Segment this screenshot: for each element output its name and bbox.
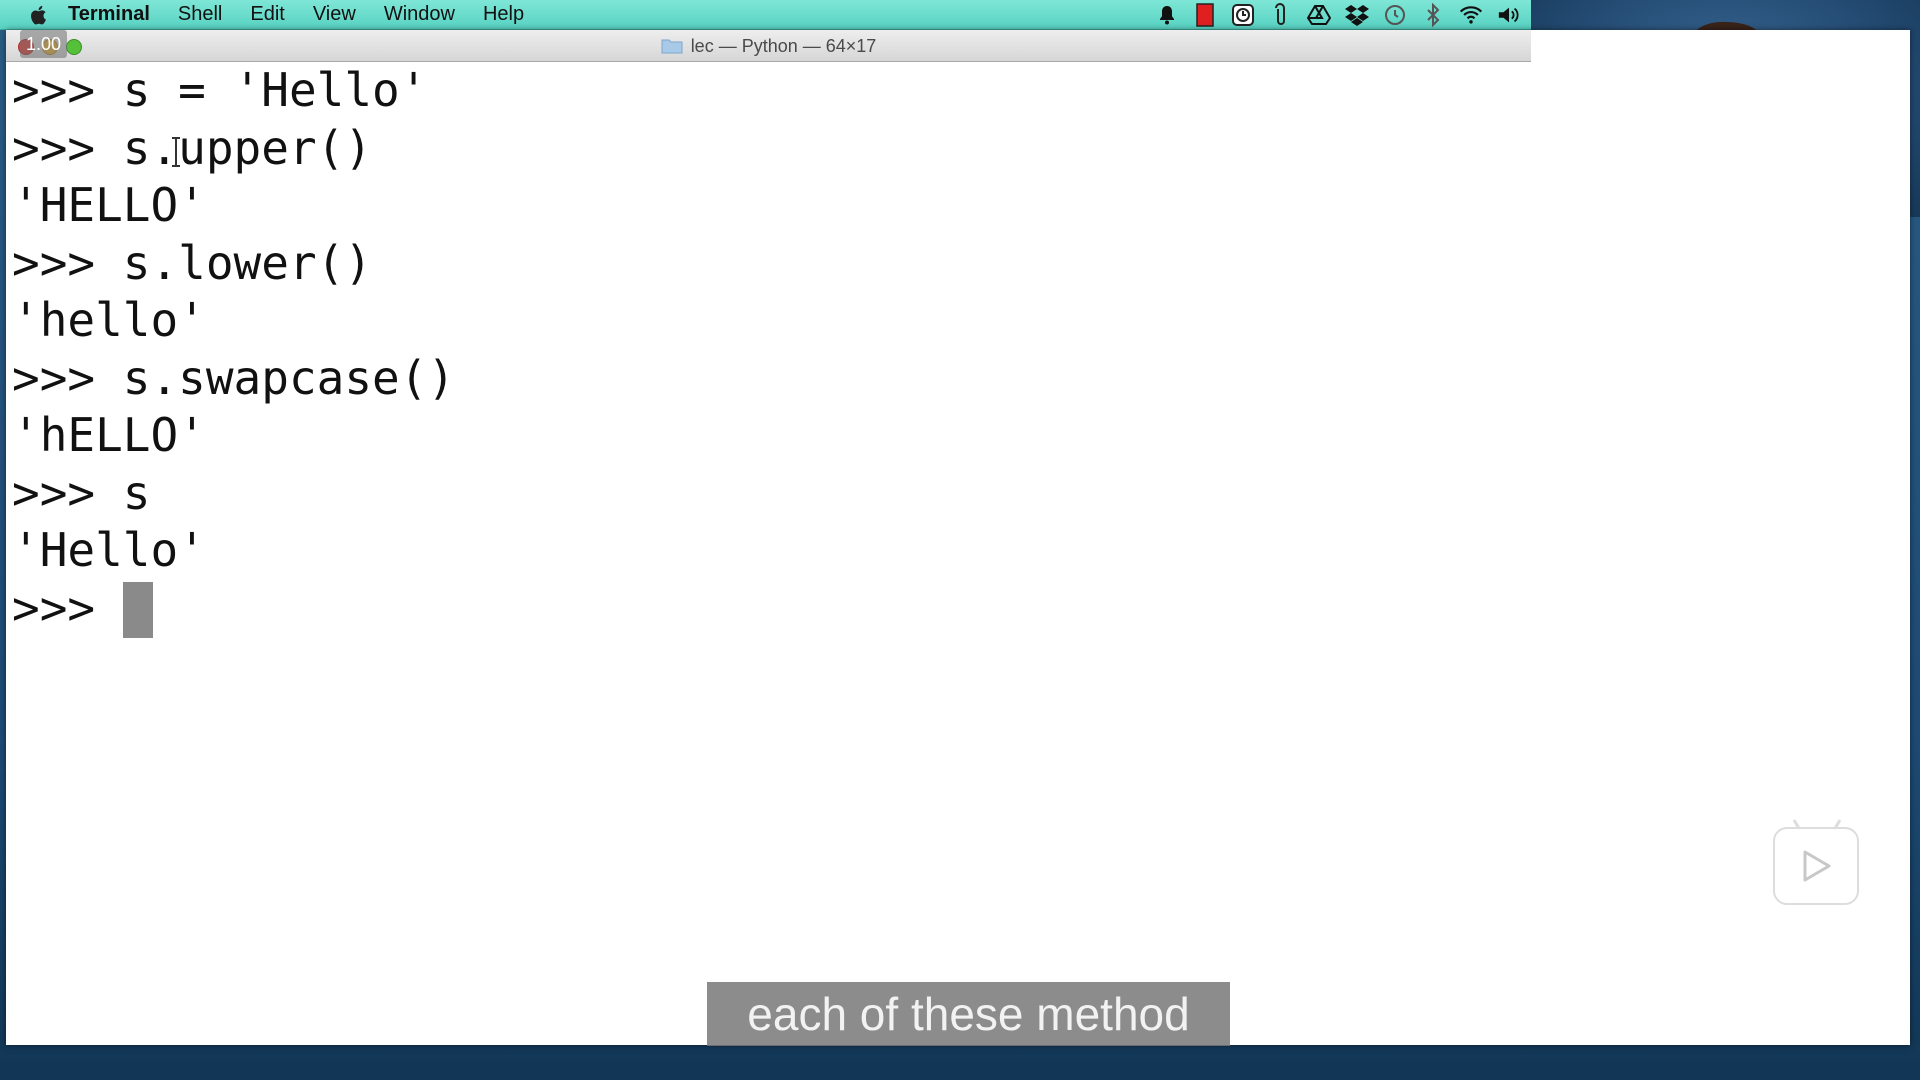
terminal-line: 'hello' (12, 293, 206, 347)
clock-app-icon[interactable] (1231, 3, 1255, 27)
dropbox-icon[interactable] (1345, 3, 1369, 27)
paperclip-icon[interactable] (1269, 3, 1293, 27)
terminal-line: >>> s.swapcase() (12, 350, 456, 405)
terminal-output[interactable]: >>> s = 'Hello' >>> s.upper() 'HELLO' >>… (12, 62, 1910, 1045)
terminal-line: >>> s.upper() (12, 120, 373, 175)
terminal-line: >>> s (12, 465, 151, 520)
status-icons (1155, 0, 1521, 30)
bell-icon[interactable] (1155, 3, 1179, 27)
text-cursor (122, 581, 153, 638)
terminal-line: 'HELLO' (12, 178, 206, 232)
wifi-icon[interactable] (1459, 3, 1483, 27)
apple-icon[interactable] (28, 4, 50, 26)
window-title-text: lec — Python — 64×17 (690, 35, 877, 56)
window-titlebar[interactable]: 1.00 lec — Python — 64×17 (6, 30, 1531, 62)
terminal-line: >>> s = 'Hello' (12, 63, 428, 117)
video-subtitle: each of these method (707, 982, 1230, 1046)
bluetooth-icon[interactable] (1421, 3, 1445, 27)
menu-terminal[interactable]: Terminal (68, 3, 150, 26)
folder-icon (661, 39, 683, 54)
window-title: lec — Python — 64×17 (6, 30, 1531, 62)
menu-bar: Terminal Shell Edit View Window Help (0, 0, 1531, 30)
menu-edit[interactable]: Edit (250, 3, 284, 26)
terminal-prompt-line[interactable]: >>> (12, 580, 1910, 638)
play-icon (1803, 850, 1831, 882)
terminal-line: 'Hello' (12, 523, 206, 577)
menu-help[interactable]: Help (483, 3, 524, 26)
terminal-line: >>> s.lower() (12, 235, 373, 290)
menu-view[interactable]: View (313, 3, 356, 26)
volume-icon[interactable] (1497, 3, 1521, 27)
ibeam-cursor-icon (172, 137, 180, 167)
time-machine-icon[interactable] (1383, 3, 1407, 27)
menu-shell[interactable]: Shell (178, 3, 222, 26)
terminal-line: 'hELLO' (12, 408, 206, 462)
terminal-window: 1.00 lec — Python — 64×17 >>> s = 'Hello… (6, 30, 1910, 1045)
prompt: >>> (12, 580, 123, 635)
video-play-button[interactable] (1773, 827, 1859, 905)
flag-icon[interactable] (1193, 3, 1217, 27)
drive-icon[interactable] (1307, 3, 1331, 27)
menu-window[interactable]: Window (384, 3, 455, 26)
